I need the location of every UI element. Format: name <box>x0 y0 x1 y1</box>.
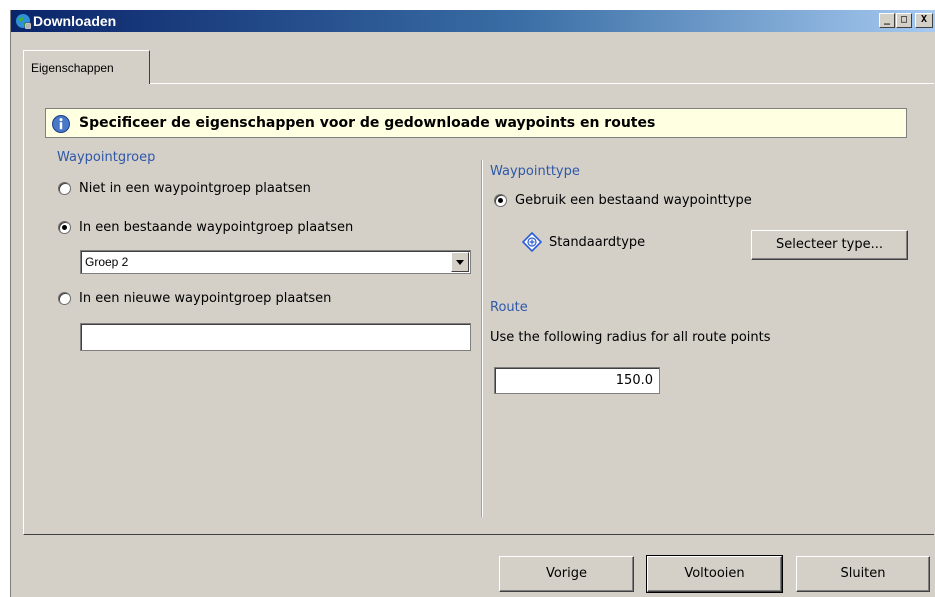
existing-group-value: Groep 2 <box>85 255 129 269</box>
prev-button[interactable]: Vorige <box>499 556 634 592</box>
dropdown-arrow-icon[interactable] <box>451 252 469 272</box>
radio-new-group-indicator[interactable] <box>58 292 71 305</box>
minimize-button[interactable]: _ <box>879 13 895 28</box>
radio-existing-type-indicator[interactable] <box>494 194 507 207</box>
radio-no-group[interactable]: Niet in een waypointgroep plaatsen <box>58 181 311 196</box>
standard-type-display: Standaardtype <box>522 232 645 252</box>
route-description: Use the following radius for all route p… <box>490 330 771 345</box>
info-icon <box>52 115 70 133</box>
column-divider <box>481 160 482 517</box>
existing-group-select[interactable]: Groep 2 <box>80 250 471 274</box>
finish-button[interactable]: Voltooien <box>646 555 783 593</box>
properties-panel <box>23 83 934 535</box>
standard-type-label: Standaardtype <box>549 234 646 250</box>
window-title: Downloaden <box>33 13 117 29</box>
radio-existing-type[interactable]: Gebruik een bestaand waypointtype <box>494 193 752 208</box>
waypointtype-label: Waypointtype <box>490 164 580 179</box>
radio-existing-group-indicator[interactable] <box>58 221 71 234</box>
app-globe-icon <box>16 14 31 29</box>
waypointgroep-label: Waypointgroep <box>57 150 156 165</box>
route-label: Route <box>490 300 528 315</box>
waypoint-diamond-icon <box>522 232 542 252</box>
close-dialog-button[interactable]: Sluiten <box>796 556 930 592</box>
banner-text: Specificeer de eigenschappen voor de ged… <box>79 115 656 131</box>
route-radius-input[interactable]: 150.0 <box>494 367 660 394</box>
radio-existing-group-label: In een bestaande waypointgroep plaatsen <box>79 220 354 235</box>
radio-new-group-label: In een nieuwe waypointgroep plaatsen <box>79 291 332 306</box>
radio-existing-type-label: Gebruik een bestaand waypointtype <box>515 193 752 208</box>
radio-no-group-label: Niet in een waypointgroep plaatsen <box>79 181 311 196</box>
radio-no-group-indicator[interactable] <box>58 182 71 195</box>
select-type-button[interactable]: Selecteer type... <box>751 230 908 260</box>
radio-existing-group[interactable]: In een bestaande waypointgroep plaatsen <box>58 220 353 235</box>
close-button[interactable]: X <box>915 13 933 28</box>
new-group-input[interactable] <box>80 323 471 351</box>
radio-new-group[interactable]: In een nieuwe waypointgroep plaatsen <box>58 291 331 306</box>
info-banner: Specificeer de eigenschappen voor de ged… <box>45 108 907 138</box>
maximize-button[interactable]: □ <box>896 13 912 28</box>
tab-eigenschappen[interactable]: Eigenschappen <box>23 50 150 84</box>
title-bar[interactable]: Downloaden _ □ X <box>11 10 935 32</box>
